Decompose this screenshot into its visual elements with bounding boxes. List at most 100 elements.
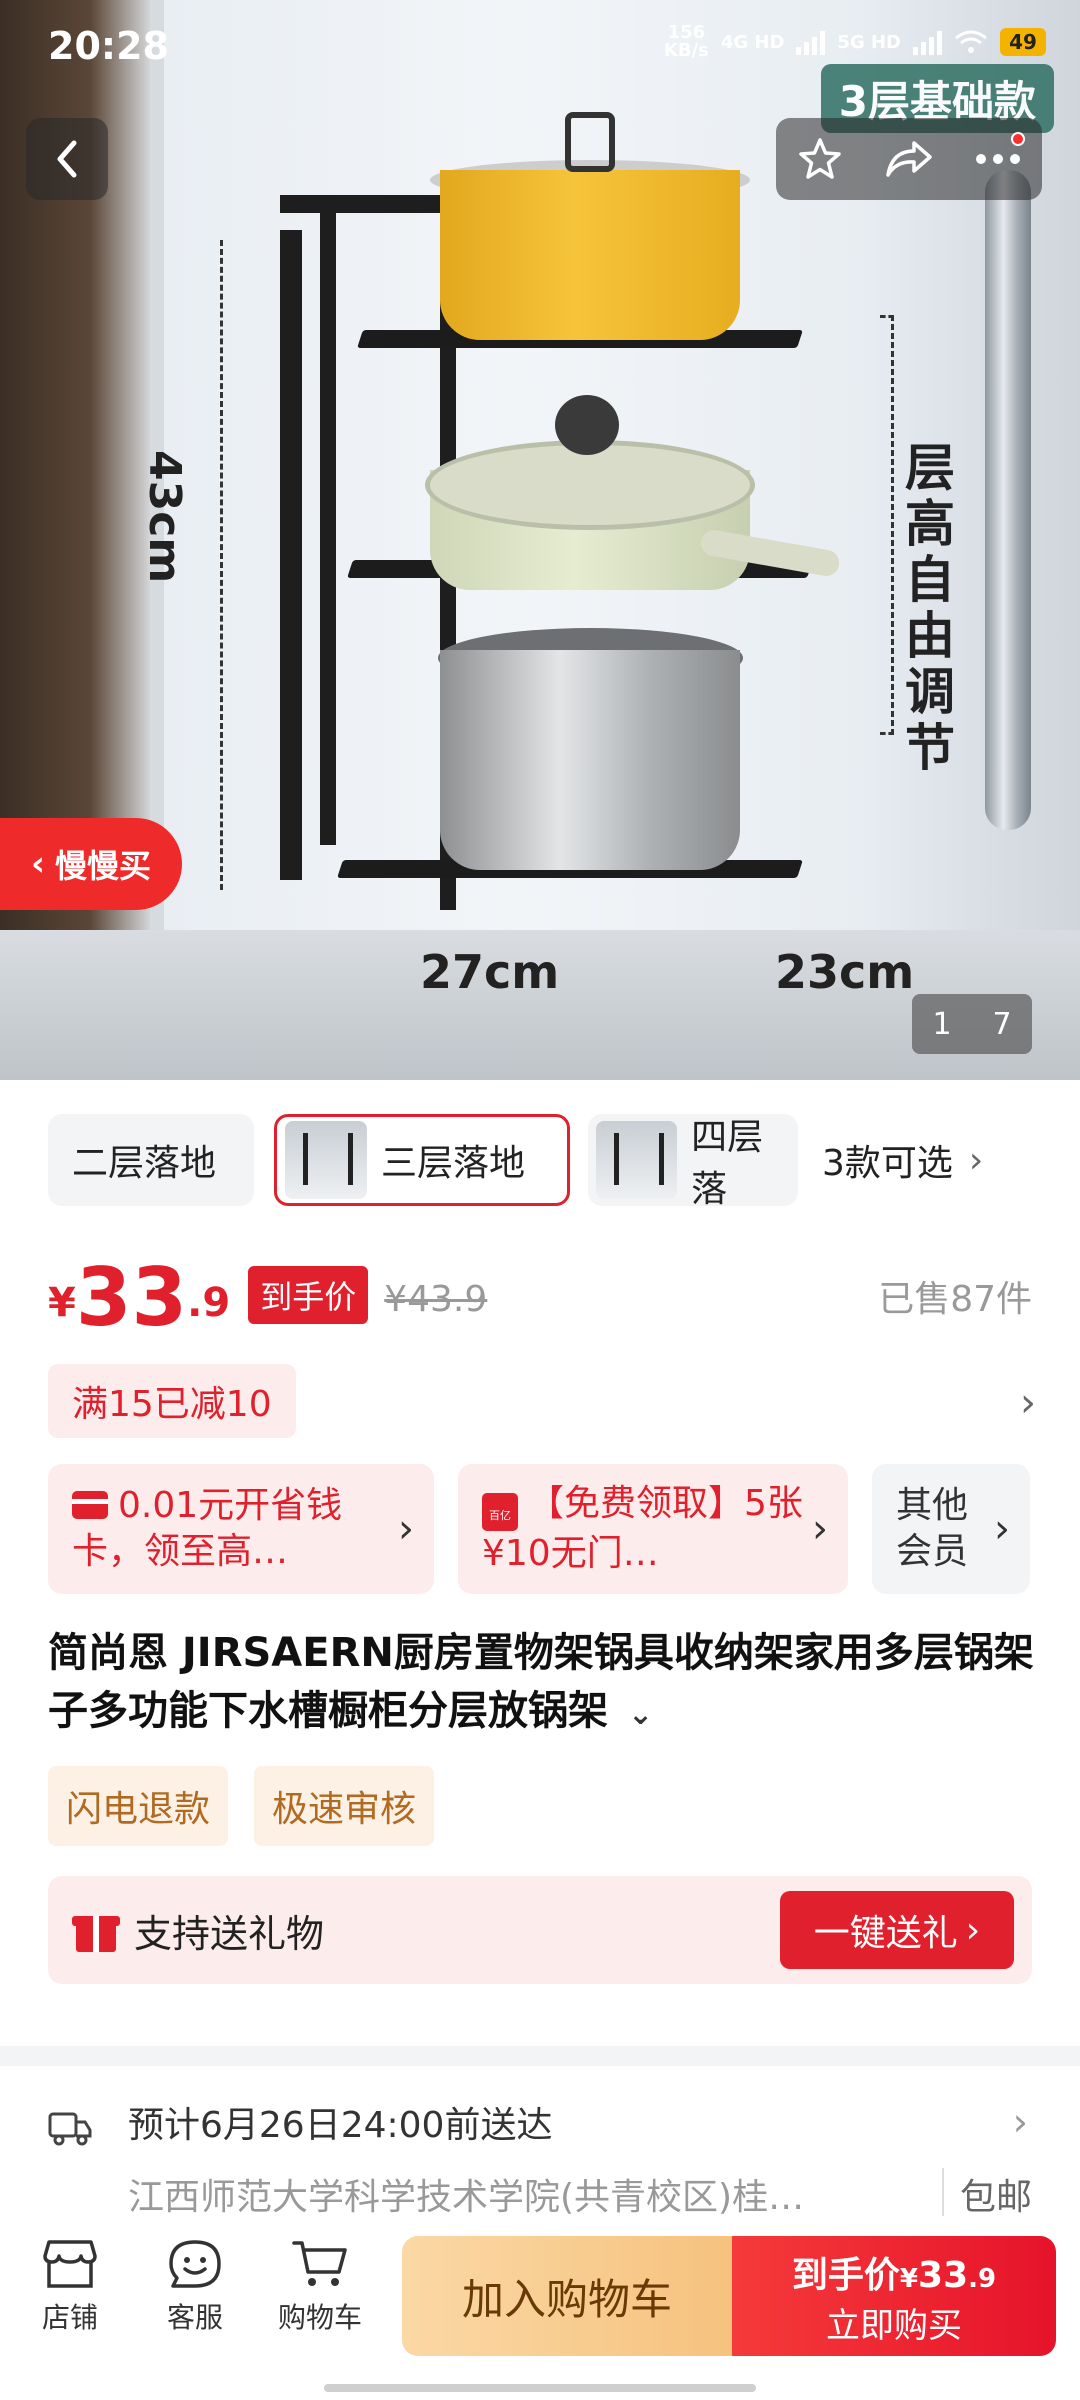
top-action-group — [776, 118, 1042, 200]
chevron-right-icon: › — [968, 1139, 984, 1181]
send-gift-button[interactable]: 一键送礼 › — [780, 1891, 1014, 1969]
buy-price-integer: 33 — [918, 2254, 969, 2296]
rack-post — [280, 195, 440, 213]
signal-bars-icon — [796, 29, 826, 55]
final-price-tag: 到手价 — [248, 1266, 369, 1324]
coupon-label: 0.01元开省钱卡，领至高… — [72, 1485, 343, 1572]
bottom-action-bar: 店铺 客服 购物车 加入购物车 到手价¥33.9 立即购买 — [0, 2216, 1080, 2400]
rack-post — [320, 195, 336, 845]
signal-4g: 4G HD — [720, 31, 785, 53]
coupon-card[interactable]: 百亿 【免费领取】5张¥10无门… › — [458, 1464, 848, 1594]
coupon-row: 0.01元开省钱卡，领至高… › 百亿 【免费领取】5张¥10无门… › 其他会员… — [48, 1464, 1080, 1594]
buy-price-decimal: .9 — [968, 2263, 997, 2294]
width-dimension: 27cm — [420, 945, 560, 999]
variant-option[interactable]: 二层落地 — [48, 1114, 254, 1206]
chevron-right-icon: › — [812, 1506, 828, 1552]
yellow-pot — [440, 170, 740, 340]
chevron-right-icon: › — [994, 1506, 1010, 1552]
card-icon — [72, 1491, 108, 1519]
variant-option-selected[interactable]: 三层落地 — [274, 1114, 570, 1206]
lid-knob — [555, 395, 619, 455]
section-divider — [0, 2046, 1080, 2066]
add-to-cart-button[interactable]: 加入购物车 — [402, 2236, 732, 2356]
status-time: 20:28 — [48, 24, 169, 68]
member-card[interactable]: 其他会员 › — [872, 1464, 1030, 1594]
store-label: 店铺 — [41, 2301, 98, 2334]
signal-bars-icon — [913, 29, 942, 55]
home-indicator — [324, 2384, 756, 2392]
more-button[interactable] — [963, 124, 1033, 194]
service-button[interactable]: 客服 — [145, 2238, 245, 2336]
battery-icon: 49 — [1000, 28, 1046, 56]
coupon-label: 【免费领取】5张¥10无门… — [482, 1483, 803, 1574]
coupon-card[interactable]: 0.01元开省钱卡，领至高… › — [48, 1464, 434, 1594]
store-icon — [43, 2240, 97, 2288]
lid-knob — [565, 112, 615, 172]
service-tag: 闪电退款 — [48, 1766, 229, 1846]
net-speed-unit: KB/s — [663, 40, 709, 61]
star-icon — [799, 138, 842, 179]
steel-pot — [440, 650, 740, 870]
drain-pipe — [985, 170, 1031, 830]
pager-total: 7 — [992, 1006, 1012, 1042]
height-dimension-line — [220, 240, 224, 890]
signal-5g: 5G HD — [837, 31, 901, 53]
share-icon — [886, 141, 932, 177]
wifi-icon — [955, 30, 987, 53]
promo-badge[interactable]: 满15已减10 — [48, 1364, 296, 1438]
cart-label: 购物车 — [277, 2301, 362, 2334]
price-row: ¥ 33 .9 到手价 ¥43.9 已售87件 — [48, 1248, 1032, 1338]
variant-selector: 二层落地 三层落地 四层落 3款可选 › — [0, 1108, 1080, 1208]
pager-current: 1 — [932, 1006, 952, 1042]
rack-post — [280, 230, 302, 880]
delivery-address: 江西师范大学科学技术学院(共青校区)桂… — [128, 2177, 805, 2218]
price-decimal: .9 — [187, 1280, 231, 1326]
height-dimension: 43cm — [139, 450, 190, 584]
back-button[interactable] — [26, 118, 108, 200]
store-button[interactable]: 店铺 — [20, 2238, 120, 2336]
chevron-right-icon: › — [398, 1506, 414, 1552]
buy-price-line: 到手价¥33.9 — [792, 2246, 996, 2298]
share-button[interactable] — [874, 124, 944, 194]
service-label: 客服 — [166, 2301, 223, 2334]
depth-dimension: 23cm — [775, 945, 915, 999]
chevron-right-icon: › — [965, 1909, 981, 1951]
variant-count: 3款可选 — [822, 1143, 953, 1184]
gift-icon — [72, 1906, 120, 1954]
variant-label: 四层落 — [691, 1117, 764, 1206]
slow-buy-button[interactable]: ‹ 慢慢买 — [0, 818, 182, 910]
sold-count: 已售87件 — [878, 1279, 1032, 1320]
buy-now-button[interactable]: 到手价¥33.9 立即购买 — [732, 2236, 1056, 2356]
product-title-text: 简尚恩 JIRSAERN厨房置物架锅具收纳架家用多层锅架子多功能下水槽橱柜分层放… — [48, 1630, 1034, 1734]
cart-button[interactable]: 购物车 — [270, 2238, 370, 2336]
back-arrow-icon — [57, 140, 77, 178]
variant-thumbnail — [285, 1121, 367, 1199]
layer-note: 层高自由调节 — [905, 439, 955, 777]
variant-option[interactable]: 四层落 — [588, 1114, 798, 1206]
layer-bracket — [880, 315, 894, 735]
truck-icon — [48, 2112, 92, 2146]
service-tags: 闪电退款 极速审核 — [48, 1766, 435, 1846]
gift-banner: 支持送礼物 一键送礼 › — [48, 1876, 1032, 1984]
chevron-right-icon[interactable]: › — [1020, 1380, 1036, 1426]
notification-dot — [1010, 132, 1025, 146]
variant-label: 三层落地 — [381, 1143, 526, 1184]
gift-text: 支持送礼物 — [134, 1911, 325, 1956]
more-icon — [975, 154, 1020, 164]
favorite-button[interactable] — [785, 124, 855, 194]
chevron-right-icon: › — [1012, 2100, 1028, 2144]
service-icon — [169, 2240, 221, 2288]
delivery-eta: 预计6月26日24:00前送达 — [128, 2105, 553, 2146]
price-integer: 33 — [75, 1251, 188, 1344]
buy-now-label: 立即购买 — [826, 2305, 962, 2346]
status-icons: 156 KB/s 4G HD 5G HD 49 — [664, 24, 1046, 60]
chevron-left-icon: ‹ — [30, 844, 45, 884]
variant-thumbnail — [596, 1121, 678, 1199]
free-shipping: 包邮 — [941, 2168, 1032, 2220]
coupon-text: 百亿 【免费领取】5张¥10无门… — [482, 1481, 804, 1577]
original-price: ¥43.9 — [384, 1279, 488, 1320]
cart-icon — [292, 2241, 347, 2286]
product-title[interactable]: 简尚恩 JIRSAERN厨房置物架锅具收纳架家用多层锅架子多功能下水槽橱柜分层放… — [48, 1624, 1038, 1744]
chevron-down-icon[interactable]: ⌄ — [628, 1697, 653, 1732]
variant-more-button[interactable]: 3款可选 › — [822, 1114, 983, 1206]
